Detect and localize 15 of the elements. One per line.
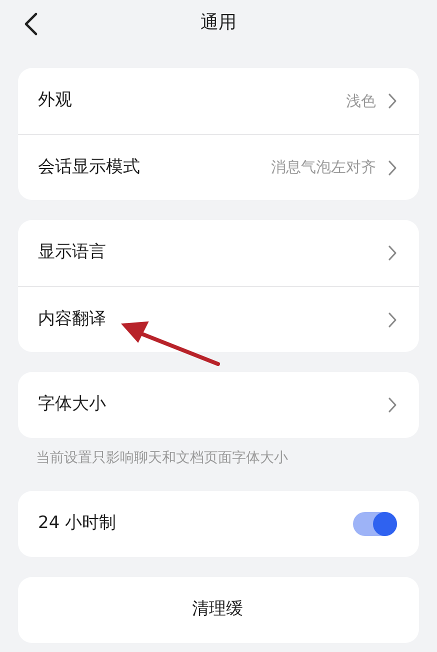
hint-text: 当前设置只影响聊天和文档页面字体大小 bbox=[35, 449, 289, 468]
setting-label: 24 小时制 bbox=[38, 512, 116, 536]
clear-cache-row[interactable]: 清理缓 bbox=[18, 577, 419, 643]
chevron-icon bbox=[388, 93, 397, 109]
settings-row[interactable]: 显示语言 bbox=[18, 220, 419, 286]
chevron-icon bbox=[388, 312, 397, 328]
settings-row[interactable]: 字体大小 bbox=[18, 372, 419, 438]
page-title: 通用 bbox=[200, 10, 236, 34]
settings-row[interactable]: 外观 浅色 bbox=[18, 68, 419, 134]
chevron-icon bbox=[388, 245, 397, 261]
settings-row[interactable]: 会话显示模式 消息气泡左对齐 bbox=[18, 134, 419, 200]
chevron-icon bbox=[388, 160, 397, 176]
chevron-icon bbox=[388, 397, 397, 413]
toggle-switch[interactable] bbox=[353, 512, 397, 536]
back-icon[interactable] bbox=[24, 11, 38, 36]
